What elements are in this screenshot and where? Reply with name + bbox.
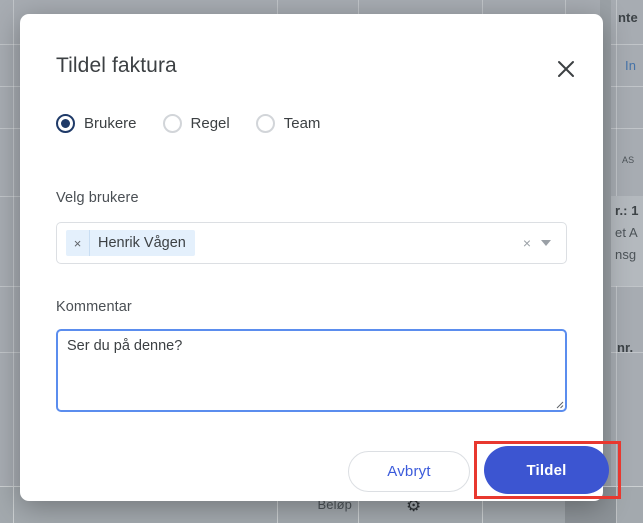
backdrop-gridline xyxy=(13,0,14,523)
assign-button[interactable]: Tildel xyxy=(484,446,609,494)
backdrop-text-fragment: r.: 1 xyxy=(615,203,639,218)
radio-label-regel: Regel xyxy=(190,115,230,132)
clear-selection-icon[interactable]: × xyxy=(514,236,540,250)
chevron-down-icon[interactable] xyxy=(540,239,558,247)
backdrop-table-cell xyxy=(616,487,643,523)
close-icon[interactable] xyxy=(553,56,579,82)
radio-dot-brukere xyxy=(61,119,70,128)
dialog-title: Tildel faktura xyxy=(56,54,177,77)
radio-option-team[interactable]: Team xyxy=(255,114,321,133)
backdrop-text-fragment: nte xyxy=(618,10,638,25)
radio-dot-team xyxy=(261,119,270,128)
comment-textarea[interactable] xyxy=(56,329,567,412)
select-users-input[interactable]: × Henrik Vågen × xyxy=(56,222,567,264)
chip-remove-icon[interactable]: × xyxy=(66,230,90,256)
comment-field-label: Kommentar xyxy=(56,299,132,315)
radio-label-team: Team xyxy=(283,115,321,132)
backdrop-text-fragment: nr. xyxy=(617,340,634,355)
radio-label-brukere: Brukere xyxy=(84,115,137,132)
assignment-type-radio-group: Brukere Regel Team xyxy=(56,114,320,133)
radio-dot-regel xyxy=(168,119,177,128)
radio-option-regel[interactable]: Regel xyxy=(162,114,230,133)
radio-circle-brukere xyxy=(56,114,75,133)
cancel-button[interactable]: Avbryt xyxy=(348,451,470,492)
user-chip: × Henrik Vågen xyxy=(66,230,195,256)
chip-label: Henrik Vågen xyxy=(98,235,186,251)
radio-circle-team xyxy=(255,114,275,133)
users-field-label: Velg brukere xyxy=(56,190,139,206)
backdrop-text-fragment: In xyxy=(625,58,637,73)
radio-circle-regel xyxy=(162,114,182,133)
assign-invoice-dialog: Tildel faktura Brukere Regel Team Velg b xyxy=(20,14,621,501)
backdrop-table-cell xyxy=(0,487,14,523)
backdrop-text-fragment: nsg xyxy=(615,247,637,262)
backdrop-text-fragment: et A xyxy=(615,225,638,240)
backdrop-text-fragment: AS xyxy=(622,155,635,165)
radio-option-brukere[interactable]: Brukere xyxy=(56,114,137,133)
